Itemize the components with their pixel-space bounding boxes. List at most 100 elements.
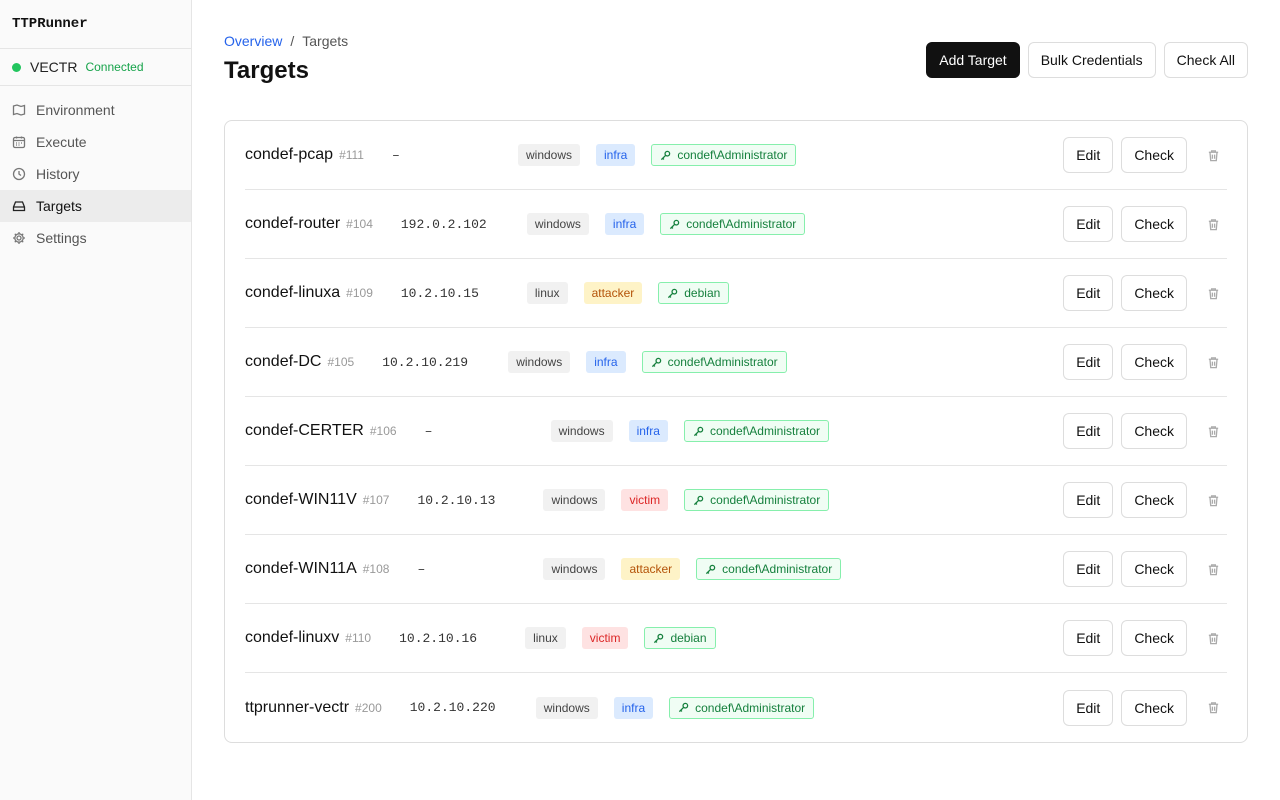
target-tags: windows infra condef\Administrator [535, 696, 815, 719]
edit-button[interactable]: Edit [1063, 206, 1114, 242]
connection-status: VECTR Connected [0, 49, 191, 86]
role-badge: victim [581, 627, 629, 649]
check-button[interactable]: Check [1121, 482, 1187, 518]
check-button[interactable]: Check [1121, 413, 1187, 449]
target-tags: linux victim debian [525, 627, 716, 649]
edit-button[interactable]: Edit [1063, 344, 1114, 380]
target-ip: 10.2.10.13 [417, 492, 496, 508]
credential-label: condef\Administrator [667, 355, 778, 369]
gear-icon [12, 231, 26, 245]
os-badge: linux [526, 282, 568, 304]
credential-label: condef\Administrator [695, 700, 806, 715]
target-tags: windows infra condef\Administrator [508, 351, 787, 373]
credential-badge: debian [644, 627, 716, 649]
target-id: #111 [339, 148, 364, 162]
check-button[interactable]: Check [1121, 620, 1187, 656]
os-badge: linux [525, 627, 566, 649]
edit-button[interactable]: Edit [1063, 482, 1114, 518]
os-badge: windows [543, 558, 606, 580]
credential-label: debian [684, 286, 721, 300]
target-row: condef-CERTER #106 – windows infra conde… [245, 397, 1227, 466]
sidebar-item-environment[interactable]: Environment [0, 94, 191, 126]
target-row: condef-pcap #111 – windows infra condef\… [245, 121, 1227, 190]
role-badge: infra [628, 420, 668, 442]
target-id: #107 [362, 493, 390, 507]
credential-label: condef\Administrator [722, 562, 833, 576]
key-icon [669, 219, 680, 230]
breadcrumb-current: Targets [302, 33, 349, 49]
sidebar-item-label: Targets [36, 198, 82, 214]
target-row: condef-DC #105 10.2.10.219 windows infra… [245, 328, 1227, 397]
os-badge: windows [517, 144, 581, 166]
os-badge: windows [508, 351, 571, 373]
breadcrumb-overview-link[interactable]: Overview [224, 33, 282, 49]
sidebar-item-execute[interactable]: Execute [0, 126, 191, 158]
credential-badge: condef\Administrator [641, 351, 787, 373]
credential-label: debian [670, 631, 707, 645]
credential-label: condef\Administrator [709, 424, 820, 438]
sidebar-nav: Environment Execute History Targets Sett… [0, 86, 191, 254]
credential-badge: condef\Administrator [684, 489, 830, 511]
row-actions: Edit Check [1063, 206, 1227, 242]
clock-icon [12, 167, 26, 181]
sidebar-item-history[interactable]: History [0, 158, 191, 190]
check-button[interactable]: Check [1121, 275, 1187, 311]
edit-button[interactable]: Edit [1063, 551, 1114, 587]
os-badge: windows [535, 696, 598, 719]
os-badge: windows [550, 420, 613, 442]
target-name: condef-router [245, 215, 341, 232]
row-actions: Edit Check [1063, 344, 1227, 380]
edit-button[interactable]: Edit [1063, 689, 1114, 726]
sidebar-item-targets[interactable]: Targets [0, 190, 191, 222]
edit-button[interactable]: Edit [1063, 275, 1114, 311]
drive-icon [12, 199, 26, 213]
row-actions: Edit Check [1063, 620, 1227, 656]
credential-badge: condef\Administrator [651, 144, 797, 166]
trash-icon[interactable] [1199, 279, 1227, 307]
target-row: condef-WIN11A #108 – windows attacker co… [245, 535, 1227, 604]
role-badge: infra [604, 213, 645, 235]
edit-button[interactable]: Edit [1063, 620, 1114, 656]
row-actions: Edit Check [1063, 689, 1227, 726]
trash-icon[interactable] [1199, 210, 1227, 238]
check-button[interactable]: Check [1121, 689, 1187, 726]
target-id: #109 [346, 286, 373, 300]
target-name: condef-DC [245, 353, 322, 370]
trash-icon[interactable] [1199, 694, 1227, 722]
calendar-icon [12, 135, 26, 149]
trash-icon[interactable] [1199, 141, 1227, 169]
target-id: #110 [345, 631, 372, 645]
role-badge: victim [621, 489, 669, 511]
trash-icon[interactable] [1199, 486, 1227, 514]
edit-button[interactable]: Edit [1063, 137, 1114, 173]
check-button[interactable]: Check [1121, 344, 1187, 380]
target-ip: 192.0.2.102 [400, 216, 487, 232]
target-name: condef-linuxv [245, 629, 340, 646]
row-actions: Edit Check [1063, 275, 1227, 311]
row-actions: Edit Check [1063, 137, 1227, 173]
sidebar-item-label: History [36, 166, 80, 182]
target-name: condef-linuxa [245, 284, 341, 301]
edit-button[interactable]: Edit [1063, 413, 1114, 449]
sidebar-item-settings[interactable]: Settings [0, 222, 191, 254]
target-tags: windows infra condef\Administrator [550, 420, 829, 442]
bulk-credentials-button[interactable]: Bulk Credentials [1027, 42, 1156, 78]
check-button[interactable]: Check [1121, 137, 1187, 173]
trash-icon[interactable] [1199, 417, 1227, 445]
target-name: condef-WIN11A [245, 560, 357, 577]
key-icon [653, 633, 664, 644]
check-all-button[interactable]: Check All [1163, 42, 1248, 78]
check-button[interactable]: Check [1121, 551, 1187, 587]
trash-icon[interactable] [1199, 555, 1227, 583]
key-icon [660, 150, 671, 161]
key-icon [651, 357, 662, 368]
target-tags: windows infra condef\Administrator [526, 213, 806, 235]
trash-icon[interactable] [1199, 348, 1227, 376]
target-name: condef-WIN11V [245, 491, 357, 508]
add-target-button[interactable]: Add Target [926, 42, 1020, 78]
check-button[interactable]: Check [1121, 206, 1187, 242]
role-badge: infra [613, 696, 654, 719]
target-id: #104 [346, 217, 373, 231]
role-badge: infra [586, 351, 626, 373]
trash-icon[interactable] [1199, 624, 1227, 652]
